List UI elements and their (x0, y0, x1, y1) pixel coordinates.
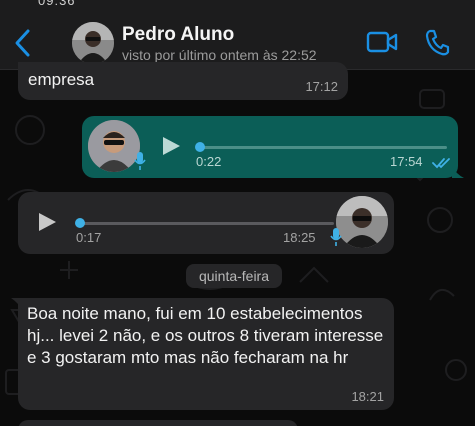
audio-duration: 0:22 (196, 154, 222, 169)
play-icon (39, 213, 56, 231)
play-button[interactable] (160, 135, 182, 157)
audio-scrubber-handle[interactable] (195, 142, 205, 152)
audio-message-outgoing[interactable]: 0:22 17:54 (82, 116, 464, 178)
audio-duration: 0:17 (76, 230, 102, 245)
status-bar-indicators (365, 0, 445, 2)
message-text: empresa (28, 70, 95, 89)
double-check-icon (432, 156, 452, 169)
contact-avatar[interactable] (72, 22, 114, 64)
message-bubble-incoming[interactable]: empresa 17:12 (18, 62, 348, 100)
chat-header: 09:36 Pedro Aluno visto por último ontem… (0, 0, 475, 70)
message-time: 18:25 (283, 230, 316, 245)
status-bar-time: 09:36 (38, 0, 76, 8)
audio-scrubber-handle[interactable] (75, 218, 85, 228)
contact-name[interactable]: Pedro Aluno (122, 24, 234, 46)
avatar-photo (72, 22, 114, 64)
phone-icon (425, 29, 450, 56)
message-time: 17:54 (390, 154, 423, 169)
chevron-left-icon (15, 29, 30, 57)
microphone-icon (330, 228, 342, 246)
voice-call-button[interactable] (424, 28, 450, 56)
audio-progress-track[interactable] (199, 146, 447, 149)
message-bubble-incoming-partial[interactable] (18, 420, 298, 426)
play-icon (163, 137, 180, 155)
bubble-tail (452, 166, 464, 178)
microphone-icon (134, 152, 146, 170)
message-time: 17:12 (305, 79, 338, 94)
message-text: Boa noite mano, fui em 10 estabeleciment… (27, 304, 384, 367)
avatar-photo (88, 120, 140, 172)
message-bubble-incoming[interactable]: Boa noite mano, fui em 10 estabeleciment… (11, 298, 394, 410)
back-button[interactable] (8, 26, 38, 60)
bubble-tail (11, 298, 23, 310)
day-separator: quinta-feira (186, 264, 282, 288)
audio-progress-track[interactable] (78, 222, 334, 225)
video-camera-icon (366, 31, 398, 53)
play-button[interactable] (36, 211, 58, 233)
video-call-button[interactable] (366, 30, 398, 54)
sender-avatar (88, 120, 140, 172)
avatar-photo (336, 196, 388, 248)
message-time: 18:21 (351, 389, 384, 404)
last-seen-status: visto por último ontem às 22:52 (122, 47, 317, 63)
sender-avatar (336, 196, 388, 248)
audio-message-incoming[interactable]: 0:17 18:25 (18, 192, 394, 254)
